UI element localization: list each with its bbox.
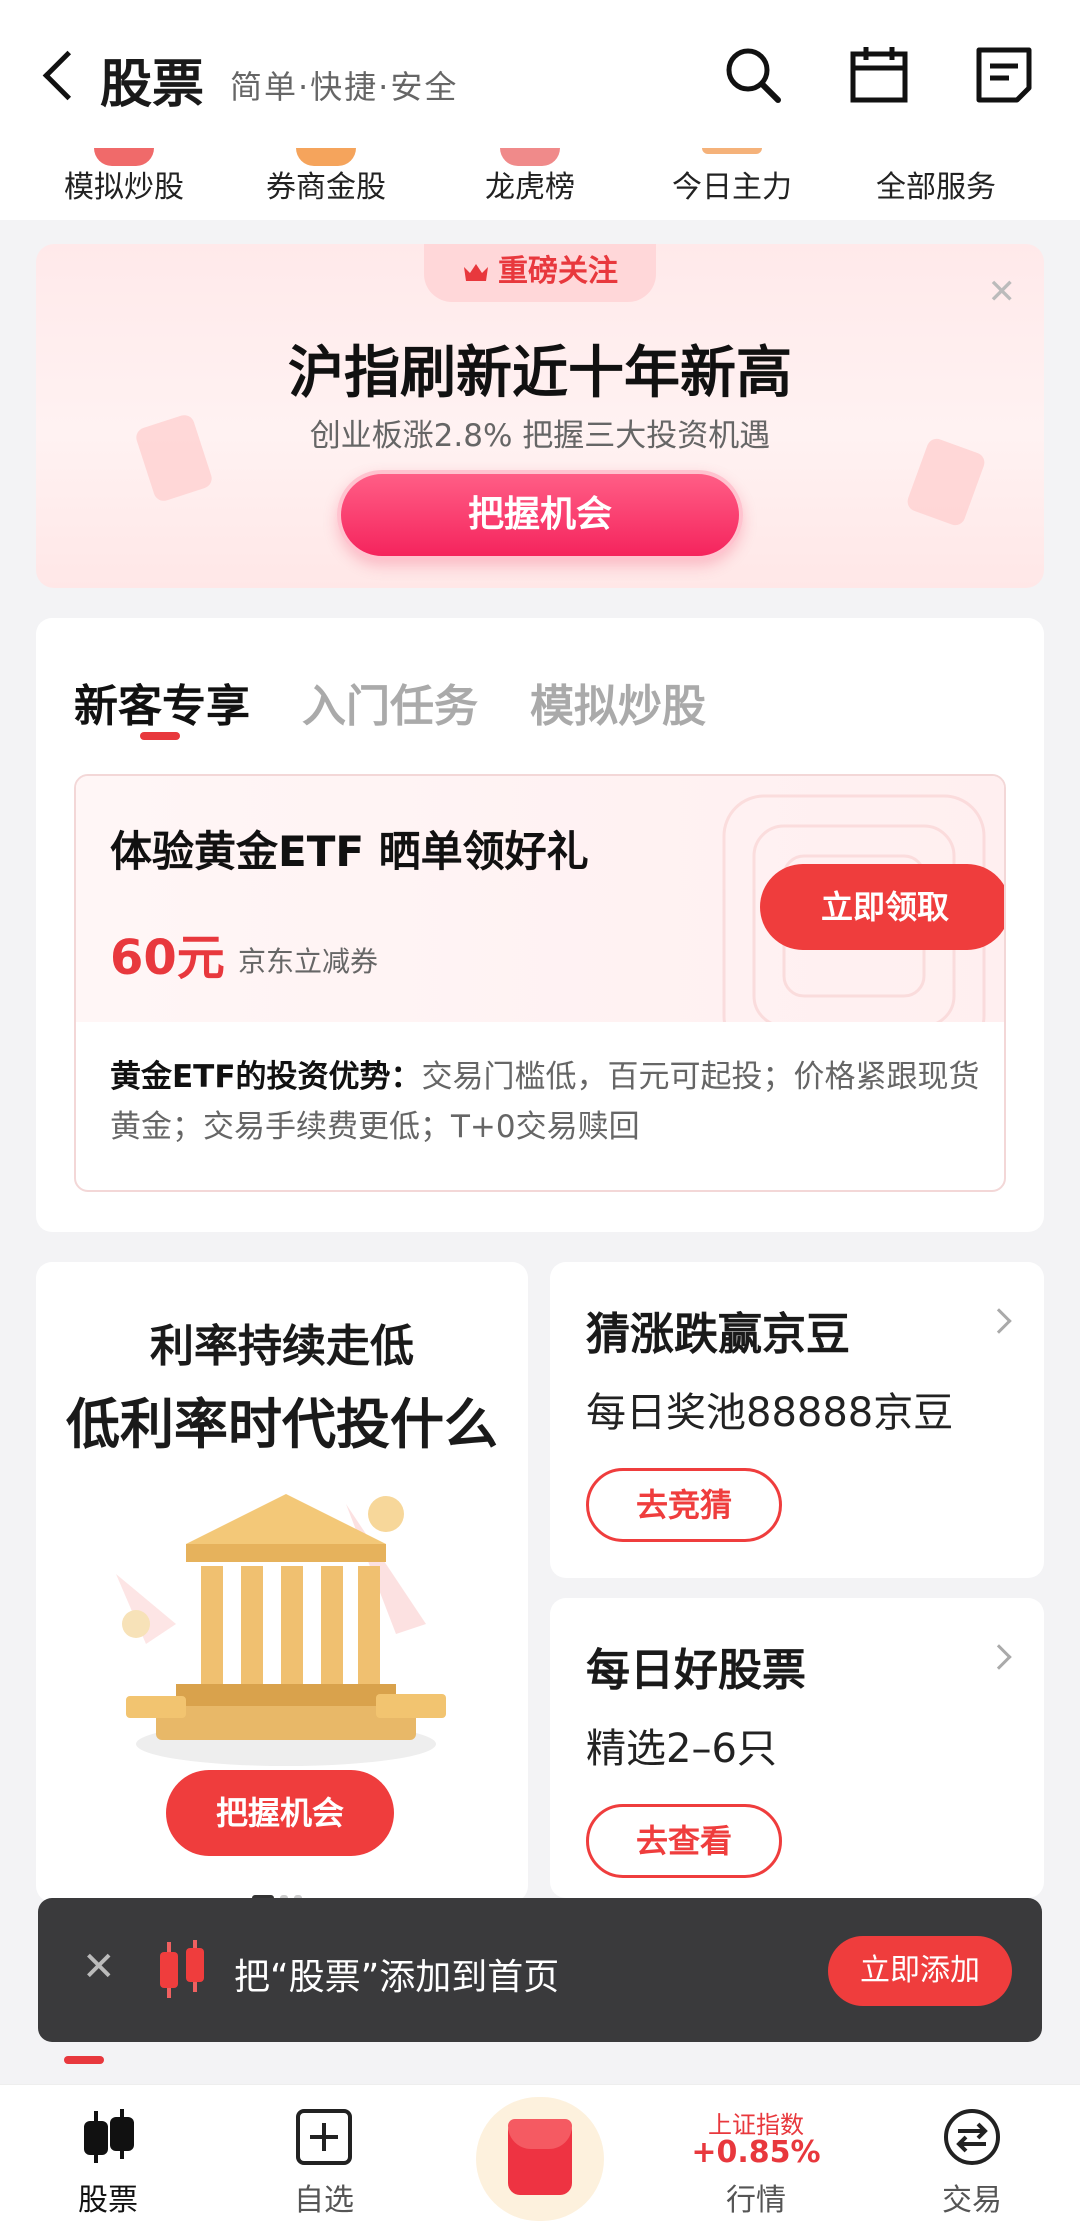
add-to-home-toast: ✕ 把“股票”添加到首页 立即添加 bbox=[38, 1898, 1042, 2042]
promo-title: 体验黄金ETF 晒单领好礼 bbox=[110, 827, 589, 876]
back-icon[interactable] bbox=[36, 46, 86, 106]
daily-stocks-card[interactable]: 每日好股票 精选2–6只 去查看 bbox=[550, 1598, 1044, 1898]
calendar-icon[interactable] bbox=[848, 44, 910, 106]
close-icon[interactable]: ✕ bbox=[988, 272, 1017, 312]
service-simulated-trading[interactable]: 模拟炒股 bbox=[24, 148, 224, 206]
claim-button[interactable]: 立即领取 bbox=[760, 864, 1004, 950]
active-tab-indicator bbox=[140, 732, 180, 740]
banner-title: 沪指刷新近十年新高 bbox=[288, 341, 792, 406]
chevron-right-icon bbox=[986, 1644, 1012, 1670]
header: 股票 简单·快捷·安全 bbox=[0, 0, 1080, 150]
section-indicator bbox=[64, 2056, 104, 2064]
search-icon[interactable] bbox=[722, 44, 784, 106]
card-subtitle: 每日奖池88888京豆 bbox=[586, 1390, 954, 1436]
promo-description: 黄金ETF的投资优势：交易门槛低，百元可起投；价格紧跟现货黄金；交易手续费更低；… bbox=[110, 1059, 980, 1145]
exchange-icon bbox=[944, 2109, 1000, 2165]
coupon-amount: 60元 bbox=[110, 930, 225, 986]
service-icon bbox=[94, 148, 154, 166]
card-subtitle: 精选2–6只 bbox=[586, 1726, 777, 1772]
candlestick-icon bbox=[84, 2109, 134, 2163]
toast-message: 把“股票”添加到首页 bbox=[234, 1957, 560, 1998]
candlestick-icon bbox=[160, 1940, 204, 1998]
tab-simulated-trading[interactable]: 模拟炒股 bbox=[530, 670, 706, 734]
guess-button[interactable]: 去竞猜 bbox=[586, 1468, 782, 1542]
promo-banner[interactable]: 重磅关注 ✕ 沪指刷新近十年新高 创业板涨2.8% 把握三大投资机遇 把握机会 bbox=[36, 244, 1044, 588]
service-icon bbox=[500, 148, 560, 166]
card-title: 每日好股票 bbox=[586, 1645, 806, 1696]
guess-card[interactable]: 猜涨跌赢京豆 每日奖池88888京豆 去竞猜 bbox=[550, 1262, 1044, 1578]
tab-starter-tasks[interactable]: 入门任务 bbox=[302, 670, 478, 734]
page-subtitle: 简单·快捷·安全 bbox=[230, 68, 459, 106]
red-packet-button[interactable] bbox=[476, 2097, 604, 2221]
nav-trade[interactable]: 交易 bbox=[864, 2085, 1080, 2224]
nav-stocks[interactable]: 股票 bbox=[0, 2085, 216, 2224]
service-main-funds[interactable]: 今日主力 bbox=[632, 148, 832, 206]
chevron-right-icon bbox=[986, 1308, 1012, 1334]
nav-market[interactable]: 上证指数 +0.85% 行情 bbox=[648, 2085, 864, 2224]
service-broker-picks[interactable]: 券商金股 bbox=[226, 148, 426, 206]
card-title: 利率持续走低 bbox=[150, 1321, 414, 1372]
banner-subtitle: 创业板涨2.8% 把握三大投资机遇 bbox=[309, 418, 771, 454]
index-change: +0.85% bbox=[691, 2135, 821, 2170]
nav-watchlist[interactable]: 自选 bbox=[216, 2085, 432, 2224]
tab-newcomer[interactable]: 新客专享 bbox=[74, 670, 250, 734]
golden-bank-illustration bbox=[116, 1494, 446, 1766]
bottom-nav: 股票 自选 上证指数 +0.85% 行情 交易 bbox=[0, 2084, 1080, 2224]
card-headline: 低利率时代投什么 bbox=[66, 1393, 498, 1456]
red-packet-icon bbox=[508, 2119, 572, 2195]
opportunity-button[interactable]: 把握机会 bbox=[166, 1770, 394, 1856]
add-square-icon bbox=[296, 2109, 352, 2165]
service-icon bbox=[296, 148, 356, 166]
service-icon bbox=[702, 148, 762, 154]
service-all[interactable]: 全部服务 bbox=[836, 162, 1036, 206]
banner-tag: 重磅关注 bbox=[424, 244, 656, 302]
gold-etf-promo[interactable]: 体验黄金ETF 晒单领好礼 60元 京东立减券 立即领取 黄金ETF的投资优势：… bbox=[74, 774, 1006, 1192]
view-button[interactable]: 去查看 bbox=[586, 1804, 782, 1878]
service-dragon-tiger-list[interactable]: 龙虎榜 bbox=[430, 148, 630, 206]
banner-cta-button[interactable]: 把握机会 bbox=[337, 470, 743, 560]
carousel-dots bbox=[252, 1886, 308, 1901]
newcomer-card: 新客专享 入门任务 模拟炒股 体验黄金ETF 晒单领好礼 60元 京东立减券 立… bbox=[36, 618, 1044, 1232]
low-rate-card[interactable]: 利率持续走低 低利率时代投什么 把握机会 bbox=[36, 1262, 528, 1902]
page-title: 股票 bbox=[100, 55, 205, 115]
services-row: 模拟炒股 券商金股 龙虎榜 今日主力 全部服务 bbox=[0, 148, 1080, 220]
notes-icon[interactable] bbox=[973, 44, 1035, 106]
close-icon[interactable]: ✕ bbox=[82, 1944, 116, 1990]
add-now-button[interactable]: 立即添加 bbox=[828, 1936, 1012, 2006]
coupon-note: 京东立减券 bbox=[238, 945, 379, 978]
crown-icon bbox=[464, 264, 488, 281]
card-title: 猜涨跌赢京豆 bbox=[586, 1309, 850, 1360]
